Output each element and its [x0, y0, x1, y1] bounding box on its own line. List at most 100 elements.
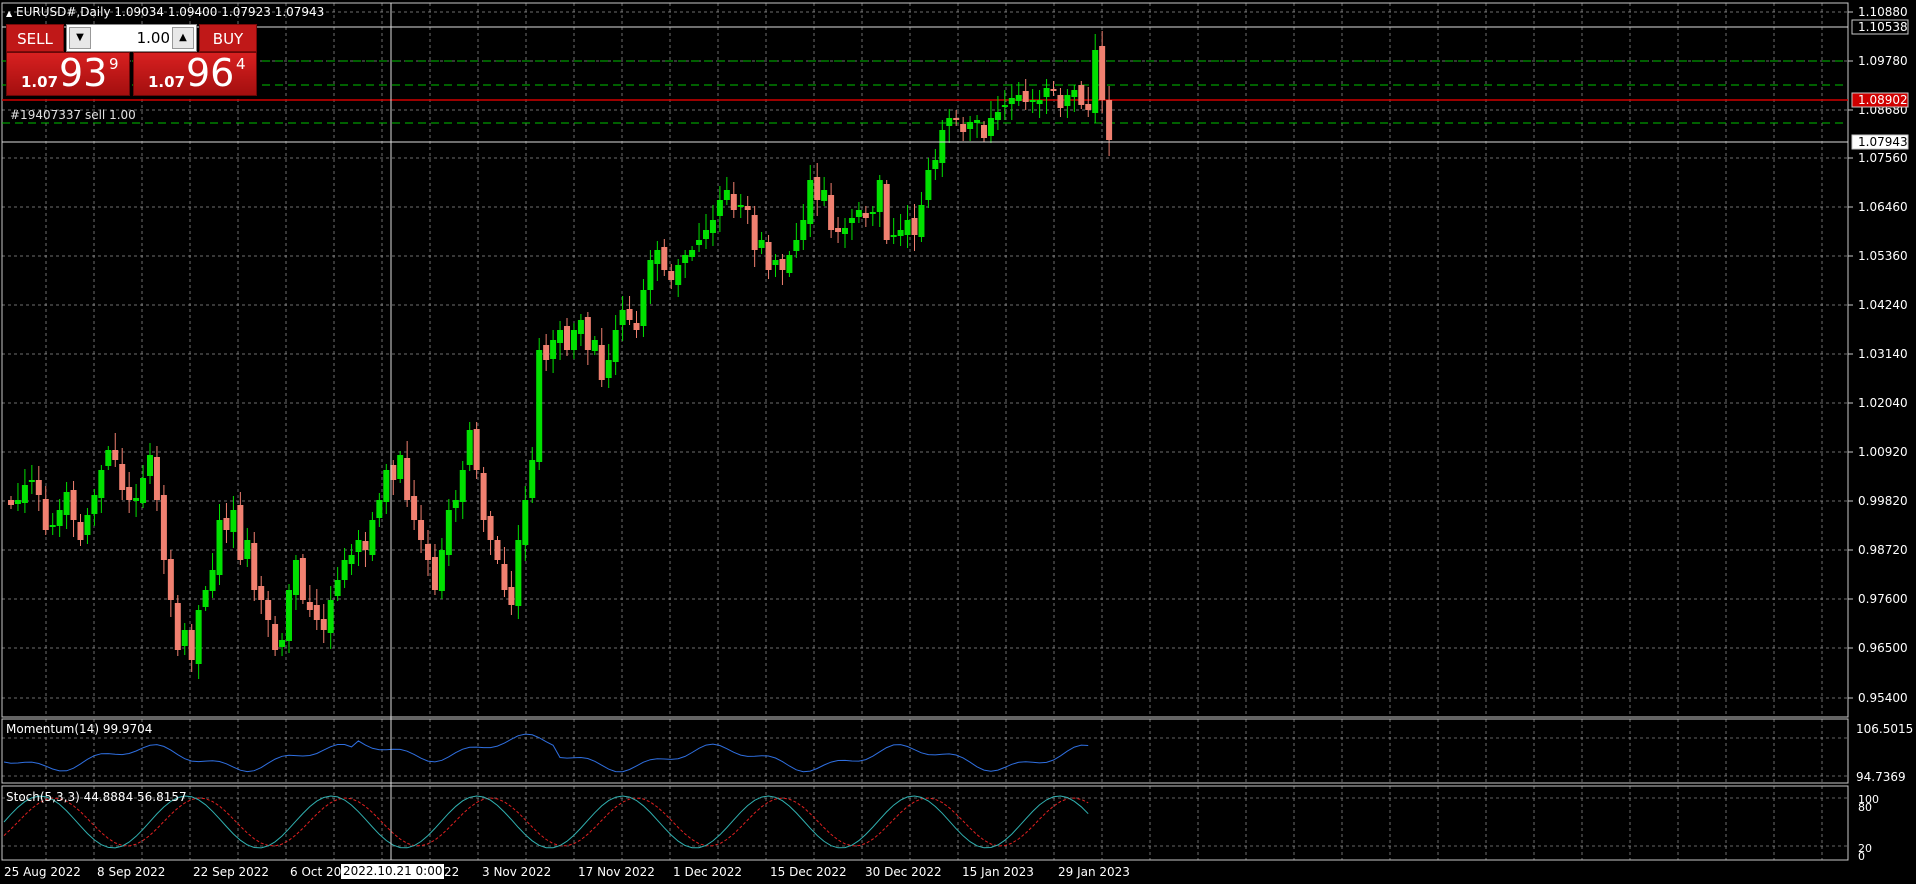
candle-body — [633, 323, 640, 330]
candle-body — [1022, 91, 1029, 102]
candle-body — [140, 478, 147, 503]
candle-body — [167, 559, 174, 600]
candle-body — [411, 496, 418, 520]
buy-button[interactable]: BUY — [199, 24, 257, 52]
order-label[interactable]: #19407337 sell 1.00 — [10, 108, 136, 122]
candle-body — [584, 317, 591, 350]
candle-body — [737, 205, 744, 207]
candle-body — [105, 450, 112, 466]
candle-body — [564, 326, 570, 350]
candle-body — [251, 543, 258, 590]
candle-body — [1092, 50, 1099, 113]
sell-quote-button[interactable]: 1.07 93 9 — [6, 51, 130, 96]
candle-body — [292, 560, 299, 595]
candle-body — [418, 520, 425, 540]
crosshair-date-box: 2022.10.21 0:00 — [341, 864, 445, 879]
candle-body — [230, 510, 237, 532]
candle-body — [987, 118, 994, 136]
candle-body — [744, 206, 751, 210]
candle-body — [1043, 88, 1050, 97]
candle-body — [487, 516, 494, 540]
candle-body — [362, 541, 369, 550]
candle-body — [91, 495, 98, 514]
one-click-trading-panel: SELL ▼ 1.00 ▲ BUY 1.07 93 9 1.07 96 4 — [6, 24, 257, 96]
candle-body — [869, 212, 876, 214]
date-tick-label: 6 Oct 20 — [290, 865, 341, 879]
candle-body — [828, 195, 835, 230]
candle-body — [883, 184, 890, 240]
candle-body — [49, 525, 56, 527]
lot-size-input[interactable]: 1.00 — [93, 25, 170, 51]
price-tick-label: 0.96500 — [1858, 641, 1908, 655]
price-tick-label: 1.06460 — [1858, 200, 1908, 214]
candle-body — [598, 345, 605, 380]
candle-body — [835, 228, 842, 232]
candle-body — [709, 220, 716, 233]
price-tick-label: 1.03140 — [1858, 347, 1908, 361]
candle-body — [425, 544, 431, 560]
candle-body — [967, 122, 974, 129]
candle-body — [404, 458, 411, 500]
candle-body — [202, 590, 209, 607]
candle-body — [522, 500, 529, 545]
candle-body — [807, 180, 814, 224]
stoch-level-label: 80 — [1858, 801, 1872, 814]
candle-body — [42, 499, 49, 530]
candle-body — [494, 540, 501, 560]
candle-body — [689, 250, 696, 257]
candle-body — [981, 125, 987, 138]
candle-body — [619, 310, 626, 325]
candle-body — [1106, 100, 1113, 140]
candle-body — [14, 500, 21, 504]
price-tick-label: 1.04240 — [1858, 298, 1908, 312]
candle-body — [557, 330, 564, 343]
chart-menu-icon[interactable]: ▲ — [6, 9, 12, 18]
candle-body — [591, 340, 598, 351]
candle-body — [1085, 104, 1092, 110]
candle-body — [765, 242, 772, 270]
candle-body — [438, 550, 445, 591]
candle-body — [577, 320, 584, 334]
candle-body — [431, 557, 438, 590]
candle-body — [355, 540, 362, 552]
date-tick-label: 8 Sep 2022 — [97, 865, 165, 879]
candle-body — [793, 240, 800, 251]
candle-body — [376, 500, 383, 518]
candle-body — [842, 228, 848, 234]
lot-size-field[interactable]: ▼ 1.00 ▲ — [66, 24, 197, 52]
candle-body — [313, 605, 320, 620]
candle-body — [703, 230, 709, 239]
candle-body — [932, 160, 939, 169]
price-tick-label: 1.05360 — [1858, 249, 1908, 263]
candle-body — [119, 464, 126, 490]
candle-body — [244, 540, 251, 559]
order-lines — [2, 60, 1848, 124]
candle-body — [70, 490, 77, 520]
sell-button[interactable]: SELL — [6, 24, 64, 52]
candle-body — [8, 500, 14, 505]
candle-body — [265, 600, 272, 620]
buy-quote-button[interactable]: 1.07 96 4 — [133, 51, 257, 96]
buy-quote-pips: 96 — [186, 51, 235, 95]
candle-body — [925, 170, 932, 200]
buy-quote-prefix: 1.07 — [148, 73, 186, 91]
date-tick-label: 25 Aug 2022 — [4, 865, 81, 879]
arrow-down-icon[interactable]: ▼ — [69, 27, 91, 49]
chart-title: ▲ EURUSD#,Daily 1.09034 1.09400 1.07923 … — [6, 5, 324, 19]
price-tick-label: 1.10880 — [1858, 5, 1908, 19]
arrow-up-icon[interactable]: ▲ — [172, 27, 194, 49]
candle-body — [147, 455, 153, 476]
date-tick-label: 17 Nov 2022 — [578, 865, 655, 879]
candle-body — [383, 470, 390, 502]
candle-body — [570, 330, 577, 350]
candle-body — [536, 350, 543, 462]
candle-body — [258, 586, 265, 600]
candle-body — [508, 587, 515, 605]
candle-body — [237, 505, 244, 560]
candle-body — [160, 495, 167, 560]
momentum-label: Momentum(14) 99.9704 — [6, 722, 153, 736]
candle-body — [723, 190, 730, 200]
candle-body — [821, 190, 828, 201]
candle-body — [716, 200, 723, 216]
chart-canvas[interactable]: 1.108801.097801.086801.075601.064601.053… — [0, 0, 1916, 884]
